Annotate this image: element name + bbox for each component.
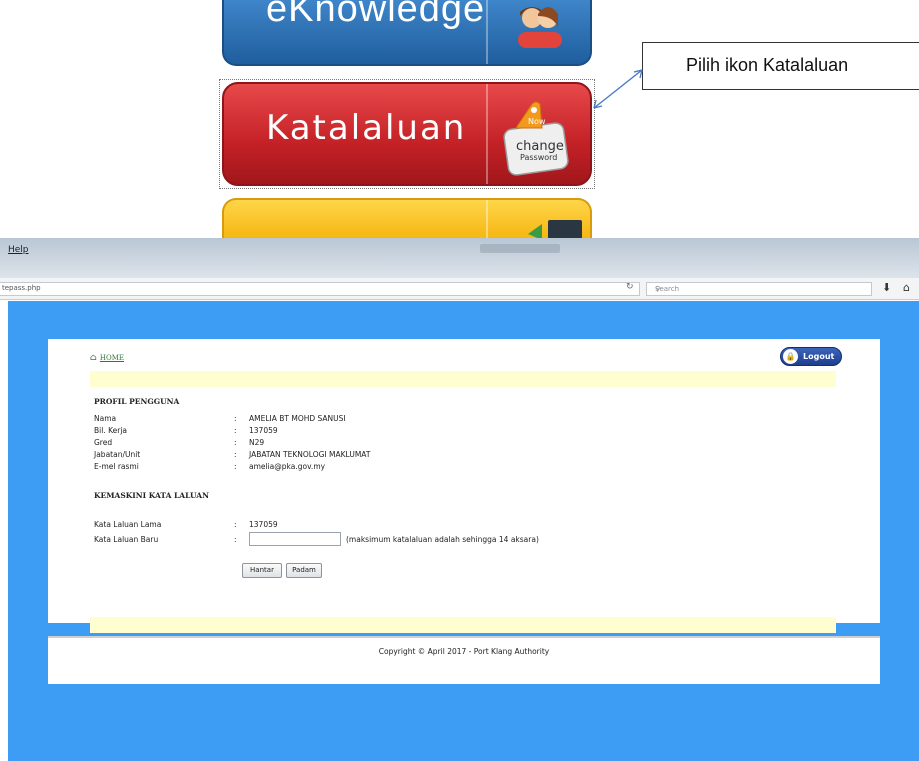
profile-row: E-mel rasmi : amelia@pka.gov.my [94,462,794,473]
eknowledge-tile[interactable]: eKnowledge [222,0,592,66]
tag-change-text: change [516,139,564,154]
copyright-text: Copyright © April 2017 - Port Klang Auth… [378,647,550,656]
reload-icon[interactable]: ↻ [626,282,634,292]
menu-help[interactable]: Help [8,245,29,255]
katalaluan-tile[interactable]: Katalaluan Now change Password [222,82,592,186]
katalaluan-tile-label: Katalaluan [266,108,467,148]
callout-text: Pilih ikon Katalaluan [686,55,849,75]
content-panel: ⌂ HOME 🔒 Logout PROFIL PENGGUNA Nama : AM… [48,339,880,633]
old-password-label: Kata Laluan Lama [94,520,162,529]
profile-row: Gred : N29 [94,438,794,449]
user-group-icon [518,7,562,48]
browser-search-input[interactable]: ⚲ Search [646,282,872,296]
reset-button[interactable]: Padam [286,563,322,578]
address-bar[interactable]: tepass.php [0,282,640,296]
yellow-tile[interactable] [222,198,592,238]
profile-label: Bil. Kerja [94,426,128,435]
browser-menubar: Help [0,238,919,278]
new-password-hint: (maksimum katalaluan adalah sehingga 14 … [346,535,539,544]
colon: : [234,426,237,435]
new-password-row: Kata Laluan Baru : (maksimum katalaluan … [94,532,794,546]
logout-label: Logout [803,352,835,361]
browser-window: Help tepass.php ↻ ⚲ Search ⬇ ⌂ ⌂ HOME 🔒 L… [0,238,919,761]
profile-row: Jabatan/Unit : JABATAN TEKNOLOGI MAKLUMA… [94,450,794,461]
address-bar-url: tepass.php [2,284,41,292]
tag-now-text: Now [528,117,546,126]
colon: : [234,450,237,459]
browser-toolbar: tepass.php ↻ ⚲ Search ⬇ ⌂ [0,278,919,300]
download-icon[interactable]: ⬇ [882,281,891,294]
profile-label: Jabatan/Unit [94,450,141,459]
update-password-heading: KEMASKINI KATA LALUAN [94,491,209,500]
page-viewport: ⌂ HOME 🔒 Logout PROFIL PENGGUNA Nama : AM… [8,301,919,761]
old-password-value: 137059 [249,520,278,529]
colon: : [234,535,237,544]
colon: : [234,462,237,471]
home-icon[interactable]: ⌂ [903,281,910,294]
monitor-icon [528,220,582,238]
tag-password-text: Password [520,153,557,162]
tile-divider [486,84,488,184]
tile-divider [486,200,488,238]
page-footer: Copyright © April 2017 - Port Klang Auth… [48,636,880,684]
eknowledge-tile-label: eKnowledge [266,0,486,30]
logout-button[interactable]: 🔒 Logout [780,347,842,366]
new-password-label: Kata Laluan Baru [94,535,159,544]
lock-icon: 🔒 [783,349,798,364]
home-link-text: HOME [99,354,124,362]
profile-label: Gred [94,438,113,447]
profile-label: E-mel rasmi [94,462,139,471]
profile-row: Nama : AMELIA BT MOHD SANUSI [94,414,794,425]
colon: : [234,438,237,447]
search-placeholder-text: Search [655,285,680,293]
home-link[interactable]: ⌂ HOME [90,353,124,363]
instruction-callout: Pilih ikon Katalaluan [642,42,919,90]
profile-value: JABATAN TEKNOLOGI MAKLUMAT [249,450,371,459]
change-password-tag-icon: Now change Password [503,101,569,176]
new-password-input[interactable] [249,532,341,546]
window-title-blur [480,244,560,253]
profile-row: Bil. Kerja : 137059 [94,426,794,437]
profile-value: 137059 [249,426,278,435]
double-arrow-icon [593,69,643,109]
profile-value: N29 [249,438,265,447]
tile-divider [486,0,488,64]
submit-button[interactable]: Hantar [242,563,282,578]
colon: : [234,520,237,529]
profile-heading: PROFIL PENGGUNA [94,397,180,406]
old-password-row: Kata Laluan Lama : 137059 [94,520,794,531]
footer-band [90,617,836,633]
home-icon: ⌂ [90,353,97,363]
profile-value: amelia@pka.gov.my [249,462,326,471]
profile-label: Nama [94,414,117,423]
header-band [90,371,836,387]
profile-value: AMELIA BT MOHD SANUSI [249,414,346,423]
colon: : [234,414,237,423]
